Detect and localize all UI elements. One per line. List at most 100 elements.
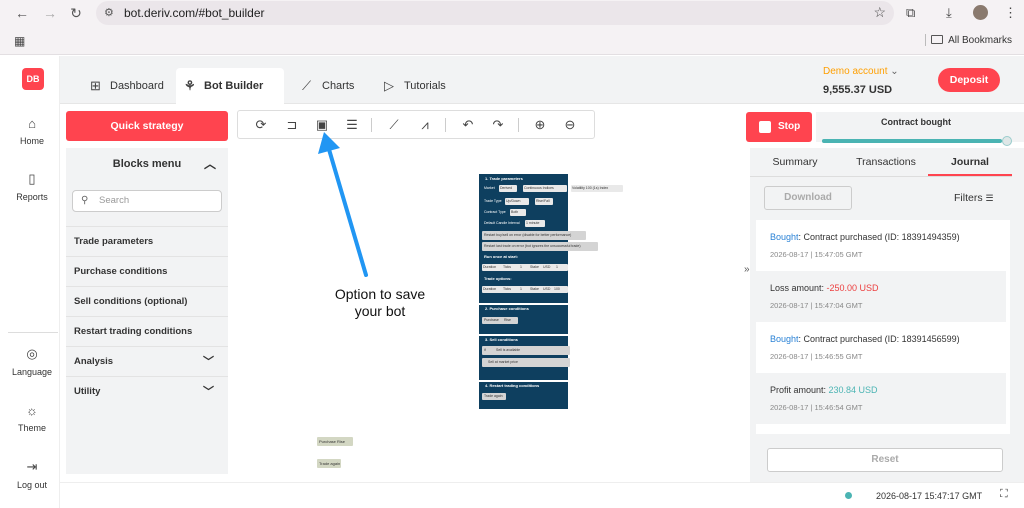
sidebar-item-label: Reports	[16, 192, 48, 202]
tab-dashboard[interactable]: ⊞ Dashboard	[82, 68, 182, 104]
select-value: Derived	[500, 186, 513, 190]
trade-subtype-select[interactable]: Rise/Fall	[535, 198, 553, 205]
trade-again-row[interactable]: Trade again	[482, 393, 506, 400]
restart-on-error-row[interactable]: Restart buy/sell on error (disable for b…	[482, 231, 586, 240]
loose-purchase-block[interactable]: Purchase Rise	[317, 437, 353, 446]
extensions-icon[interactable]: ⧉	[906, 5, 915, 21]
download-icon[interactable]: ⤓	[946, 5, 952, 21]
block-item-trade-parameters[interactable]: Trade parameters	[66, 226, 228, 256]
tab-summary[interactable]: Summary	[750, 148, 840, 176]
tab-charts[interactable]: ⟋ Charts	[294, 68, 374, 104]
market-select[interactable]: Derived	[499, 185, 517, 192]
tab-transactions[interactable]: Transactions	[840, 148, 932, 176]
candle-interval-select[interactable]: 1 minute	[525, 220, 545, 227]
block-title: 4. Restart trading conditions	[485, 383, 540, 388]
block-item-sell-conditions[interactable]: Sell conditions (optional)	[66, 286, 228, 316]
block-item-utility[interactable]: Utility ﹀	[66, 376, 228, 406]
home-icon: ⌂	[28, 116, 36, 131]
chevron-down-icon: ﹀	[203, 386, 214, 398]
menu-icon[interactable]: ⋮	[1004, 5, 1017, 21]
deposit-button[interactable]: Deposit	[938, 68, 1000, 92]
block-item-label: Analysis	[74, 356, 114, 367]
server-time: 2026-08-17 15:47:17 GMT	[876, 491, 983, 501]
fullscreen-icon[interactable]: ⛶	[1000, 488, 1008, 501]
sidebar-item-theme[interactable]: ☼ Theme	[0, 403, 64, 433]
reset-button[interactable]: Reset	[767, 448, 1003, 472]
zoom-in-icon[interactable]: ⊕	[532, 116, 548, 134]
back-icon[interactable]: ←	[14, 5, 30, 21]
journal-row: Bought: Contract purchased (ID: 18391494…	[756, 220, 1006, 271]
account-switcher[interactable]: Demo account ⌄	[823, 66, 899, 77]
restart-last-trade-row[interactable]: Restart last trade on error (bot ignores…	[482, 242, 598, 251]
chart-icon[interactable]: ⟋	[386, 116, 402, 134]
undo-icon[interactable]: ↶	[460, 116, 476, 134]
journal-row: Profit amount: 230.84 USD 2026-08-17 | 1…	[756, 373, 1006, 424]
app-sidebar: DB ⌂ Home ▯ Reports ◎ Language ☼ Theme ⇥ Log …	[0, 56, 60, 508]
stop-button[interactable]: Stop	[746, 112, 812, 142]
redo-icon[interactable]: ↷	[490, 116, 506, 134]
tab-label: Tutorials	[404, 80, 446, 92]
sidebar-divider	[8, 332, 58, 333]
tutorial-icon: ▷	[384, 78, 394, 93]
profile-avatar[interactable]	[973, 5, 988, 20]
sell-then-row[interactable]: Sell at market price	[482, 358, 570, 367]
tab-bot-builder[interactable]: ⚘ Bot Builder	[176, 68, 284, 104]
sidebar-item-reports[interactable]: ▯ Reports	[0, 171, 64, 202]
workspace-blocks[interactable]: 1. Trade parameters Market Derived Conti…	[479, 174, 623, 409]
address-bar[interactable]: ⚙ bot.deriv.com/#bot_builder ☆	[96, 1, 894, 25]
contract-type-select[interactable]: Both	[510, 209, 526, 216]
run-once-row[interactable]: Duration Ticks 1 Stake USD 1	[482, 264, 568, 271]
reset-workspace-icon[interactable]: ⟳	[253, 116, 269, 134]
trade-options-row[interactable]: Duration Ticks 1 Stake USD 100	[482, 286, 568, 293]
sell-if-row[interactable]: if Sell is available	[482, 346, 570, 355]
sidebar-item-language[interactable]: ◎ Language	[0, 346, 64, 377]
globe-icon: ◎	[26, 346, 38, 361]
search-placeholder: Search	[99, 195, 130, 206]
account-label: Demo account	[823, 66, 888, 77]
apps-grid-icon[interactable]: ▦	[14, 34, 25, 48]
open-folder-icon[interactable]: ⊐	[284, 116, 300, 134]
sidebar-item-home[interactable]: ⌂ Home	[0, 116, 64, 146]
block-title: 1. Trade parameters	[485, 176, 523, 181]
sidebar-item-logout[interactable]: ⇥ Log out	[0, 459, 64, 490]
trade-type-select[interactable]: Up/Down	[505, 198, 529, 205]
blocks-search-input[interactable]: ⚲ Search	[72, 190, 222, 212]
journal-list[interactable]: Bought: Contract purchased (ID: 18391494…	[756, 220, 1010, 434]
trading-view-icon[interactable]: ⩘	[417, 116, 433, 134]
tab-journal[interactable]: Journal	[928, 148, 1012, 176]
loose-trade-again-block[interactable]: Trade again	[317, 459, 341, 468]
site-settings-icon[interactable]: ⚙	[104, 6, 114, 19]
journal-text: : Contract purchased (ID: 18391494359)	[798, 232, 960, 242]
report-icon: ▯	[28, 171, 36, 186]
block-item-analysis[interactable]: Analysis ﹀	[66, 346, 228, 376]
select-value: Volatility 100 (1s) Index	[572, 186, 609, 190]
annotation-text: Option to save your bot	[334, 286, 426, 319]
symbol-select[interactable]: Volatility 100 (1s) Index	[571, 185, 623, 192]
filters-button[interactable]: Filters ☰	[954, 192, 994, 204]
journal-prefix[interactable]: Bought	[770, 232, 799, 242]
tab-label: Dashboard	[110, 80, 164, 92]
all-bookmarks[interactable]: All Bookmarks	[931, 35, 1012, 46]
block-item-purchase-conditions[interactable]: Purchase conditions	[66, 256, 228, 286]
select-value: Up/Down	[506, 199, 521, 203]
reload-icon[interactable]: ↻	[68, 5, 84, 21]
purchase-row[interactable]: Purchase Rise	[482, 317, 518, 324]
tab-tutorials[interactable]: ▷ Tutorials	[376, 68, 476, 104]
download-button[interactable]: Download	[764, 186, 852, 210]
account-balance: 9,555.37 USD	[823, 84, 893, 96]
zoom-out-icon[interactable]: ⊖	[562, 116, 578, 134]
app-header: ⊞ Dashboard ⚘ Bot Builder ⟋ Charts ▷ Tutoria…	[60, 56, 1024, 104]
submarket-select[interactable]: Continuous Indices	[523, 185, 567, 192]
app-logo[interactable]: DB	[22, 68, 44, 90]
forward-icon[interactable]: →	[42, 5, 58, 21]
blocks-menu: Blocks menu ︿ ⚲ Search Trade parameters Pu…	[66, 148, 228, 474]
chevron-down-icon: ⌄	[890, 66, 899, 77]
bookmark-star-icon[interactable]: ☆	[873, 4, 886, 21]
collapse-panel-icon[interactable]: »	[744, 264, 750, 275]
journal-prefix[interactable]: Bought	[770, 334, 799, 344]
candle-interval-label: Default Candle Interval	[484, 221, 520, 225]
quick-strategy-button[interactable]: Quick strategy	[66, 111, 228, 141]
run-once-title: Run once at start:	[484, 254, 519, 259]
block-item-restart-conditions[interactable]: Restart trading conditions	[66, 316, 228, 346]
blocks-menu-header[interactable]: Blocks menu ︿	[66, 148, 228, 180]
